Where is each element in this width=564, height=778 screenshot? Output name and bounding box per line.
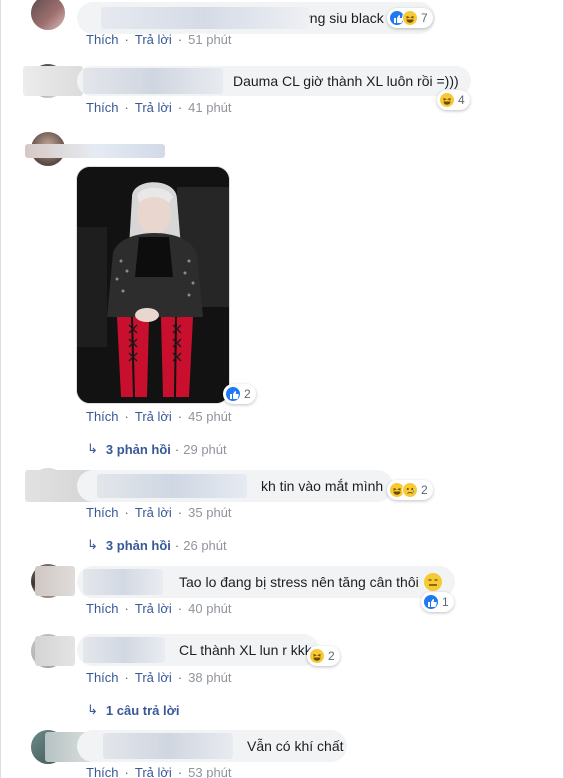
comment-bubble: Vẫn có khí chất [77, 730, 347, 762]
blurred-author-name [103, 733, 233, 759]
timestamp[interactable]: 51 phút [188, 32, 231, 47]
reaction-count: 4 [458, 93, 465, 107]
sad-icon [402, 482, 418, 498]
timestamp[interactable]: 41 phút [188, 100, 231, 115]
reaction-summary[interactable]: 1 [421, 592, 454, 612]
comment-text: Tao lo đang bị stress nên tăng cân thôi [179, 574, 419, 590]
reaction-summary[interactable]: 2 [387, 480, 433, 500]
photo-image [77, 167, 229, 403]
like-icon [423, 594, 439, 610]
reaction-count: 2 [421, 483, 428, 497]
replies-time: 26 phút [183, 537, 227, 553]
reply-link[interactable]: Trả lời [135, 505, 172, 520]
like-link[interactable]: Thích [86, 409, 119, 424]
reply-link[interactable]: Trả lời [135, 601, 172, 616]
blurred-author-name [101, 7, 309, 29]
like-link[interactable]: Thích [86, 32, 119, 47]
grimace-emoji-icon [423, 573, 442, 591]
timestamp[interactable]: 35 phút [188, 505, 231, 520]
reply-link[interactable]: Trả lời [135, 32, 172, 47]
reply-arrow-icon: ↳ [87, 702, 98, 717]
replies-label: 3 phản hồi [105, 537, 171, 553]
comment-actions: Thích · Trả lời · 45 phút [86, 409, 232, 424]
blurred-author-name [83, 68, 223, 94]
view-replies-link[interactable]: ↳ 3 phản hồi · 29 phút [87, 441, 227, 457]
comment-actions: Thích · Trả lời · 40 phút [86, 601, 232, 616]
reaction-count: 7 [421, 11, 428, 25]
blurred-author-name [97, 474, 247, 498]
reply-link[interactable]: Trả lời [135, 670, 172, 685]
reply-arrow-icon: ↳ [87, 537, 98, 552]
comment-photo[interactable] [76, 166, 230, 404]
comment-text: Dauma CL giờ thành XL luôn rồi =))) [233, 73, 459, 89]
like-icon [225, 386, 241, 402]
reaction-summary[interactable]: 4 [437, 90, 470, 110]
avatar[interactable] [31, 0, 65, 30]
haha-icon [439, 92, 455, 108]
reaction-summary[interactable]: 2 [223, 384, 256, 404]
comment-bubble: CL thành XL lun r kkk [77, 634, 319, 666]
replies-label: 3 phản hồi [105, 441, 171, 457]
comment-actions: Thích · Trả lời · 41 phút [86, 100, 232, 115]
reply-arrow-icon: ↳ [87, 441, 98, 456]
comment-bubble: Nhìn c tưởng siu black [77, 2, 435, 34]
comment-actions: Thích · Trả lời · 38 phút [86, 670, 232, 685]
replies-label: 1 câu trả lời [105, 702, 180, 718]
blurred-author-name [83, 637, 165, 663]
blurred-author-name [83, 569, 163, 595]
timestamp[interactable]: 38 phút [188, 670, 231, 685]
replies-time: 29 phút [183, 441, 227, 457]
comment-actions: Thích · Trả lời · 53 phút [86, 765, 232, 778]
like-link[interactable]: Thích [86, 601, 119, 616]
reaction-summary[interactable]: 7 [387, 8, 433, 28]
comment-bubble: Dauma CL giờ thành XL luôn rồi =))) [77, 66, 471, 96]
reaction-count: 1 [442, 595, 449, 609]
like-link[interactable]: Thích [86, 100, 119, 115]
view-replies-link[interactable]: ↳ 1 câu trả lời [87, 702, 179, 718]
haha-icon [402, 10, 418, 26]
blurred-author-name [35, 636, 75, 666]
like-link[interactable]: Thích [86, 670, 119, 685]
comment-text: CL thành XL lun r kkk [179, 642, 312, 658]
timestamp[interactable]: 53 phút [188, 765, 231, 778]
comment-bubble: Tao lo đang bị stress nên tăng cân thôi [77, 566, 455, 598]
reply-link[interactable]: Trả lời [135, 409, 172, 424]
reaction-count: 2 [328, 649, 335, 663]
reply-link[interactable]: Trả lời [135, 765, 172, 778]
haha-icon [309, 648, 325, 664]
timestamp[interactable]: 45 phút [188, 409, 231, 424]
comment-text: Vẫn có khí chất [247, 738, 344, 754]
comment-thread: Nhìn c tưởng siu black 7 Thích · Trả lời · 5… [0, 0, 564, 778]
view-replies-link[interactable]: ↳ 3 phản hồi · 26 phút [87, 537, 227, 553]
comment-text: kh tin vào mắt mình [261, 478, 384, 494]
comment-bubble: kh tin vào mắt mình [77, 470, 393, 502]
timestamp[interactable]: 40 phút [188, 601, 231, 616]
comment-actions: Thích · Trả lời · 51 phút [86, 32, 232, 47]
reply-link[interactable]: Trả lời [135, 100, 172, 115]
like-link[interactable]: Thích [86, 765, 119, 778]
blurred-author-name [25, 144, 165, 158]
blurred-author-name [23, 66, 83, 96]
like-link[interactable]: Thích [86, 505, 119, 520]
comment-actions: Thích · Trả lời · 35 phút [86, 505, 232, 520]
reaction-summary[interactable]: 2 [307, 646, 340, 666]
blurred-author-name [35, 566, 75, 596]
reaction-count: 2 [244, 387, 251, 401]
